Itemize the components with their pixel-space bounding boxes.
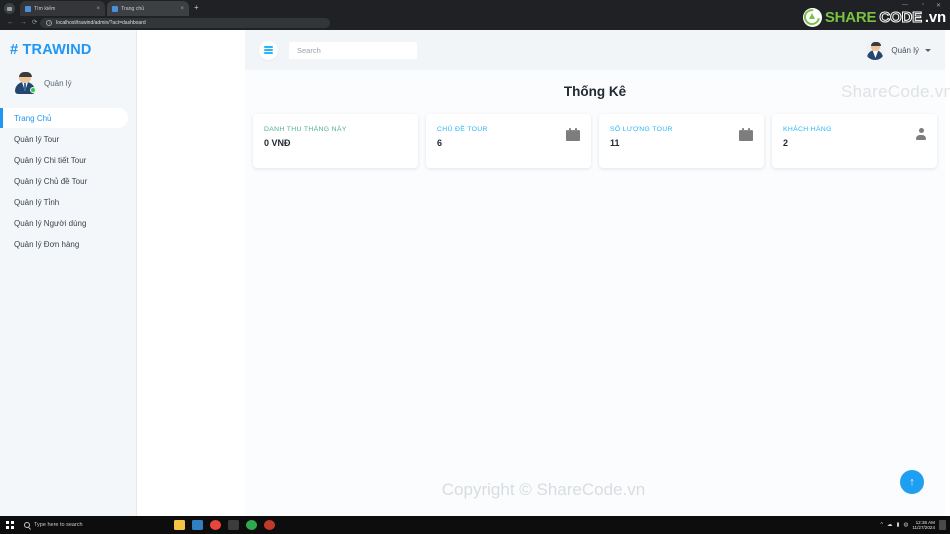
tab-favicon	[25, 5, 31, 12]
sidebar-item-label: Quản lý Tỉnh	[14, 197, 60, 207]
tray-volume-icon[interactable]: ◍	[904, 522, 909, 528]
dashboard-panel: Quản lý Thống Kê ShareCode.vn DANH THU T…	[245, 30, 950, 516]
search-icon	[24, 522, 30, 528]
sidebar-item-chi-tiet-tour[interactable]: Quản lý Chi tiết Tour	[0, 150, 136, 170]
sidebar-item-trang-chu[interactable]: Trang Chủ	[0, 108, 128, 128]
tray-network-icon[interactable]: ▮	[897, 522, 900, 528]
taskbar-app-red[interactable]	[260, 516, 278, 534]
sharecode-logo-code: CODE	[879, 9, 923, 27]
sidebar-user[interactable]: Quản lý	[14, 71, 136, 94]
url-text: localhost/trawind/admin/?act=dashboard	[56, 20, 146, 26]
file-explorer-icon	[173, 520, 185, 530]
sidebar-item-quan-ly-tour[interactable]: Quản lý Tour	[0, 129, 136, 149]
search-input[interactable]	[289, 41, 417, 59]
stat-card-value: 0 VNĐ	[264, 138, 291, 148]
browser-tab-1[interactable]: Tìm kiếm ×	[20, 1, 105, 16]
tray-chevron-icon[interactable]: ^	[880, 522, 883, 528]
page-header: Thống Kê ShareCode.vn	[245, 70, 950, 114]
watermark-header: ShareCode.vn	[841, 82, 950, 101]
browser-tab-2[interactable]: Trang chủ ×	[107, 1, 189, 16]
taskbar-search[interactable]: Type here to search	[20, 516, 170, 534]
sidebar-item-nguoi-dung[interactable]: Quản lý Người dùng	[0, 213, 136, 233]
stat-card-label: DANH THU THÁNG NÀY	[264, 126, 347, 133]
browser-tab-2-title: Trang chủ	[121, 5, 145, 12]
clock-date: 11/27/2024	[912, 525, 935, 530]
stat-card-revenue[interactable]: DANH THU THÁNG NÀY 0 VNĐ	[253, 114, 418, 168]
tab-favicon	[112, 5, 118, 12]
sidebar-item-label: Quản lý Đơn hàng	[14, 239, 80, 249]
sidebar-item-tinh[interactable]: Quản lý Tỉnh	[0, 192, 136, 212]
browser-tab-1-title: Tìm kiếm	[34, 5, 56, 12]
app-logo[interactable]: # TRAWIND	[10, 42, 136, 58]
watermark-footer: Copyright © ShareCode.vn	[441, 480, 646, 499]
sidebar-user-name: Quản lý	[44, 78, 72, 88]
forward-icon[interactable]: →	[20, 19, 27, 26]
sharecode-mark-icon	[802, 8, 822, 27]
system-tray: ^ ☁ ▮ ◍ 12:36 AM 11/27/2024	[880, 520, 950, 530]
topbar: Quản lý	[245, 30, 945, 70]
calendar-icon	[739, 128, 753, 141]
tab-close-icon[interactable]: ×	[96, 6, 100, 12]
sidebar-item-label: Quản lý Người dùng	[14, 218, 87, 228]
sharecode-logo-vn: .vn	[924, 9, 946, 26]
stat-card-label: SỐ LƯỢNG TOUR	[610, 126, 673, 133]
taskbar-app-green[interactable]	[242, 516, 260, 534]
avatar	[14, 71, 36, 94]
page-viewport: # TRAWIND Quản lý Trang Chủ Quản lý Tour…	[0, 30, 950, 516]
stat-cards: DANH THU THÁNG NÀY 0 VNĐ CHỦ ĐỀ TOUR 6 S…	[245, 114, 945, 168]
start-button[interactable]	[0, 516, 20, 534]
page-title: Thống Kê	[563, 84, 627, 99]
sharecode-logo-share: SHARE	[824, 9, 877, 26]
url-input[interactable]: localhost/trawind/admin/?act=dashboard	[40, 18, 330, 28]
sharecode-logo: SHARE CODE .vn	[802, 8, 946, 27]
chrome-menu-button[interactable]	[4, 3, 15, 14]
chrome-icon	[209, 520, 221, 530]
user-menu-name: Quản lý	[891, 45, 919, 55]
stat-card-value: 2	[783, 138, 789, 148]
tab-close-icon[interactable]: ×	[180, 6, 184, 12]
sidebar-item-label: Quản lý Chi tiết Tour	[14, 155, 87, 165]
taskbar-app-file-explorer[interactable]	[170, 516, 188, 534]
sidebar-item-chu-de-tour[interactable]: Quản lý Chủ đề Tour	[0, 171, 136, 191]
vscode-icon	[191, 520, 203, 530]
sidebar-item-don-hang[interactable]: Quản lý Đơn hàng	[0, 234, 136, 254]
person-icon	[916, 128, 926, 141]
calendar-icon	[566, 128, 580, 141]
sidebar-item-label: Quản lý Tour	[14, 134, 60, 144]
stat-card-customers[interactable]: KHÁCH HÀNG 2	[772, 114, 937, 168]
sidebar: # TRAWIND Quản lý Trang Chủ Quản lý Tour…	[0, 30, 137, 516]
taskbar-search-label: Type here to search	[34, 522, 83, 528]
sidebar-nav: Trang Chủ Quản lý Tour Quản lý Chi tiết …	[0, 108, 136, 254]
content-area: Quản lý Thống Kê ShareCode.vn DANH THU T…	[137, 30, 950, 516]
stat-card-value: 11	[610, 138, 620, 148]
sidebar-item-label: Trang Chủ	[14, 113, 52, 123]
stat-card-label: CHỦ ĐỀ TOUR	[437, 126, 488, 133]
sidebar-item-label: Quản lý Chủ đề Tour	[14, 176, 88, 186]
user-menu[interactable]: Quản lý	[865, 40, 931, 60]
app-green-icon	[245, 520, 257, 530]
taskbar: Type here to search ^ ☁ ▮ ◍ 12:36 AM 11/…	[0, 516, 950, 534]
reload-icon[interactable]: ⟳	[32, 19, 37, 26]
taskbar-app-vscode[interactable]	[188, 516, 206, 534]
stat-card-value: 6	[437, 138, 443, 148]
stat-card-tour-count[interactable]: SỐ LƯỢNG TOUR 11	[599, 114, 764, 168]
stat-card-label: KHÁCH HÀNG	[783, 126, 832, 133]
back-icon[interactable]: ←	[7, 19, 14, 26]
site-info-icon[interactable]	[46, 20, 52, 26]
chevron-down-icon[interactable]	[925, 48, 931, 52]
new-tab-button[interactable]: +	[194, 4, 199, 12]
show-desktop-button[interactable]	[939, 520, 946, 530]
terminal-icon	[227, 520, 239, 530]
tray-cloud-icon[interactable]: ☁	[887, 522, 893, 528]
app-red-icon	[263, 520, 275, 530]
taskbar-app-chrome[interactable]	[206, 516, 224, 534]
taskbar-clock[interactable]: 12:36 AM 11/27/2024	[912, 520, 935, 530]
avatar	[865, 40, 886, 60]
hamburger-icon[interactable]	[259, 40, 278, 60]
stat-card-tour-topics[interactable]: CHỦ ĐỀ TOUR 6	[426, 114, 591, 168]
taskbar-app-terminal[interactable]	[224, 516, 242, 534]
